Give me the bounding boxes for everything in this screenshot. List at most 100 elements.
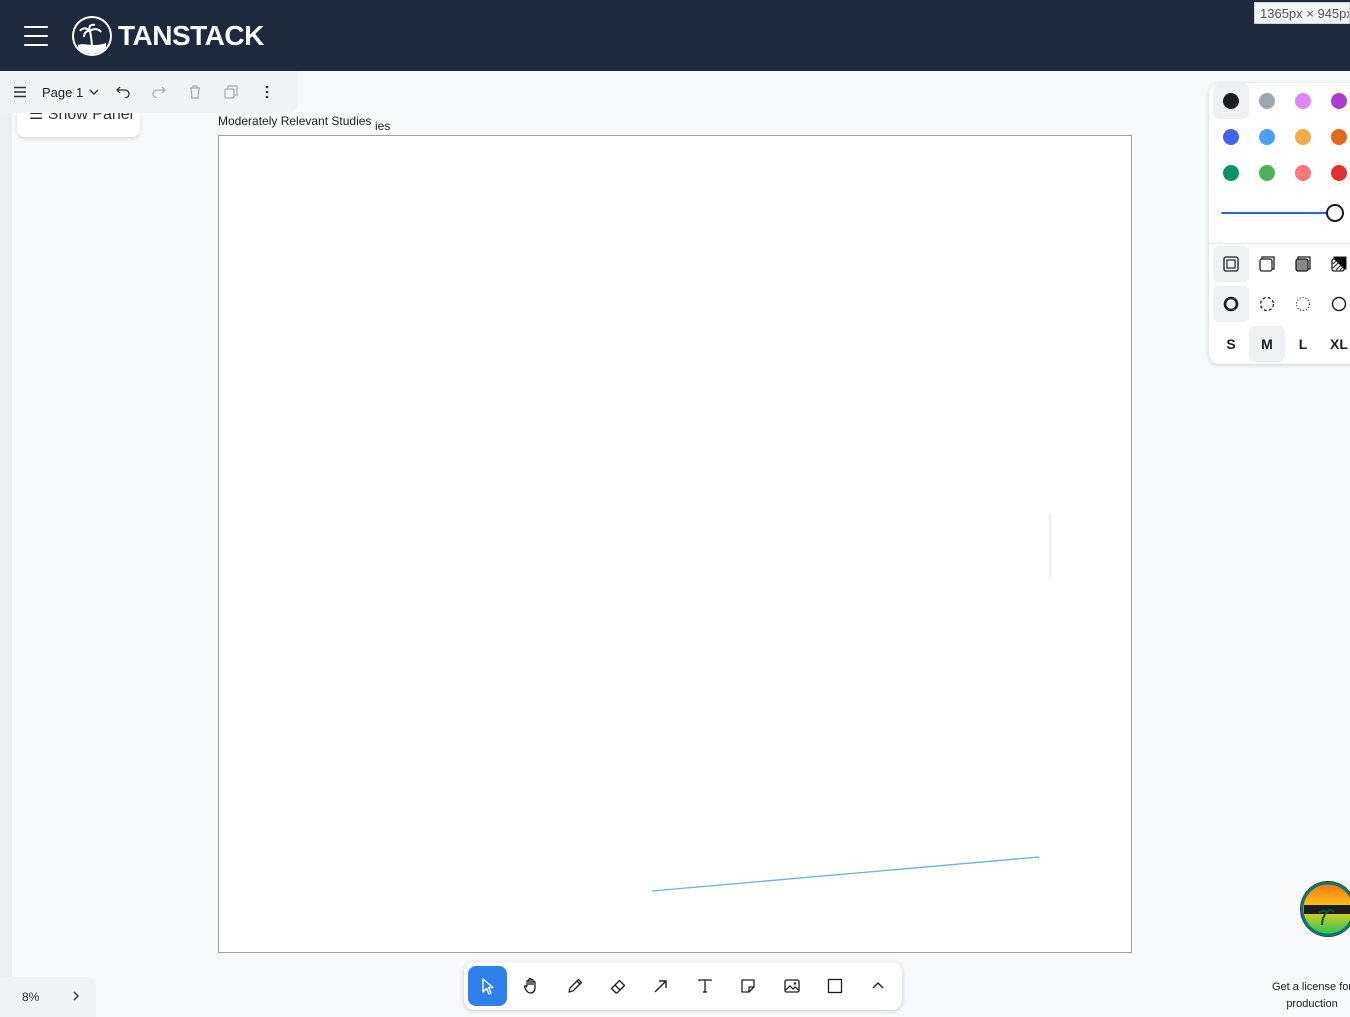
sticky-note-icon	[741, 979, 755, 993]
dash-dotted-icon	[1295, 296, 1311, 312]
canvas-left-edge	[0, 71, 12, 1017]
tool-hand[interactable]	[511, 966, 550, 1006]
color-light-green-button[interactable]	[1249, 155, 1285, 191]
duplicate-button[interactable]	[215, 76, 247, 108]
frame-shape[interactable]	[218, 135, 1132, 953]
delete-button[interactable]	[179, 76, 211, 108]
license-line-1: Get a license for	[1271, 981, 1350, 993]
chevron-right-icon	[73, 991, 79, 1001]
dash-options	[1213, 286, 1350, 322]
tool-draw[interactable]	[555, 966, 594, 1006]
redo-button[interactable]	[143, 76, 175, 108]
duplicate-icon	[224, 85, 238, 99]
size-m-button[interactable]: M	[1249, 326, 1285, 362]
zoom-level: 8%	[22, 990, 40, 1004]
fill-options	[1213, 246, 1350, 282]
viewport-size-badge: 1365px × 945px	[1254, 2, 1350, 24]
color-light-blue-button[interactable]	[1249, 119, 1285, 155]
color-light-red-button[interactable]	[1285, 155, 1321, 191]
undo-button[interactable]	[107, 76, 139, 108]
tool-eraser[interactable]	[598, 966, 637, 1006]
cursor-icon	[482, 978, 494, 995]
color-black-button[interactable]	[1213, 83, 1249, 119]
dash-dashed-button[interactable]	[1249, 286, 1285, 322]
color-green-button[interactable]	[1213, 155, 1249, 191]
tool-more[interactable]	[859, 966, 898, 1006]
zoom-menu[interactable]: 8%	[0, 977, 96, 1017]
color-red-button[interactable]	[1321, 155, 1350, 191]
brand-name: TANSTACK	[118, 20, 264, 51]
main-toolbar	[464, 962, 902, 1010]
more-vertical-icon	[265, 85, 269, 99]
tanstack-sticker-logo[interactable]	[1300, 881, 1350, 937]
fill-pattern-button[interactable]	[1321, 246, 1350, 282]
color-grey-button[interactable]	[1249, 83, 1285, 119]
palm-tree-logo-icon	[72, 16, 112, 56]
rectangle-icon	[827, 978, 843, 994]
color-light-violet-button[interactable]	[1285, 83, 1321, 119]
sticker-badge-icon	[1300, 881, 1350, 937]
color-violet-button[interactable]	[1321, 83, 1350, 119]
tool-arrow[interactable]	[642, 966, 681, 1006]
tool-select[interactable]	[468, 966, 508, 1006]
color-blue-swatch	[1223, 129, 1239, 145]
fill-semi-button[interactable]	[1249, 246, 1285, 282]
frame-label[interactable]: Moderately Relevant Studies	[218, 114, 374, 128]
dash-solid-button[interactable]	[1321, 286, 1350, 322]
dash-dashed-icon	[1259, 296, 1275, 312]
page-name: Page 1	[42, 84, 84, 100]
fill-semi-icon	[1259, 256, 1275, 272]
tool-rectangle[interactable]	[815, 966, 854, 1006]
dash-draw-button[interactable]	[1213, 286, 1249, 322]
color-orange-swatch	[1331, 129, 1347, 145]
tool-note[interactable]	[728, 966, 767, 1006]
brand-logo[interactable]: TANSTACK	[72, 16, 264, 56]
more-options-button[interactable]	[251, 76, 283, 108]
style-panel: S M L XL	[1209, 83, 1350, 364]
page-select[interactable]: Page 1	[42, 85, 99, 100]
color-swatches	[1213, 83, 1350, 191]
chevron-up-icon	[872, 982, 884, 989]
tool-text[interactable]	[685, 966, 724, 1006]
trash-icon	[190, 85, 201, 99]
size-s-button[interactable]: S	[1213, 326, 1249, 362]
hamburger-menu-icon[interactable]	[24, 26, 48, 46]
dash-dotted-button[interactable]	[1285, 286, 1321, 322]
text-icon	[698, 979, 712, 993]
opacity-slider-thumb[interactable]	[1326, 204, 1344, 222]
show-panel-label: Show Panel	[47, 113, 134, 123]
color-yellow-swatch	[1295, 129, 1311, 145]
frame-label-overlap: ies	[375, 119, 391, 133]
color-green-swatch	[1223, 165, 1239, 181]
undo-icon	[116, 86, 130, 98]
panel-icon: ☰	[29, 113, 44, 123]
color-blue-button[interactable]	[1213, 119, 1249, 155]
app-header: TANSTACK 1365px × 945px	[0, 0, 1350, 71]
tool-asset[interactable]	[772, 966, 811, 1006]
main-menu-button[interactable]	[4, 76, 36, 108]
page-menu-bar: Page 1	[0, 71, 298, 113]
fill-solid-button[interactable]	[1285, 246, 1321, 282]
menu-icon	[14, 86, 26, 98]
opacity-slider-track[interactable]	[1221, 212, 1331, 214]
color-orange-button[interactable]	[1321, 119, 1350, 155]
size-l-button[interactable]: L	[1285, 326, 1321, 362]
image-icon	[783, 979, 800, 993]
fill-none-button[interactable]	[1213, 246, 1249, 282]
color-light-green-swatch	[1259, 165, 1275, 181]
color-red-swatch	[1331, 165, 1347, 181]
color-violet-swatch	[1331, 93, 1347, 109]
license-notice[interactable]: Get a license for production	[1262, 979, 1350, 1013]
fill-pattern-icon	[1331, 256, 1347, 272]
fill-none-icon	[1223, 256, 1239, 272]
show-panel-button[interactable]: ☰ Show Panel	[17, 113, 140, 137]
fill-solid-icon	[1295, 256, 1311, 272]
eraser-icon	[610, 979, 626, 994]
pencil-icon	[567, 978, 582, 993]
color-yellow-button[interactable]	[1285, 119, 1321, 155]
arrow-icon	[654, 980, 668, 993]
frame-contents	[651, 513, 1051, 892]
size-xl-button[interactable]: XL	[1321, 326, 1350, 362]
color-light-violet-swatch	[1295, 93, 1311, 109]
size-options: S M L XL	[1213, 326, 1350, 362]
